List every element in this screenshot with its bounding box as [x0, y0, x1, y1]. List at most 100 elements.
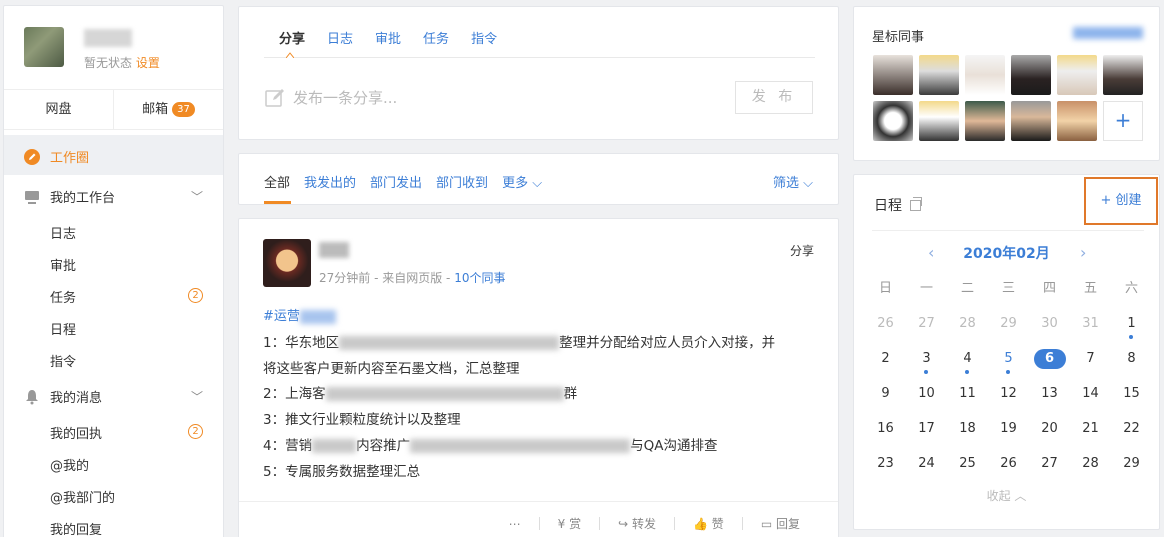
calendar-day[interactable]: 22: [1111, 418, 1152, 453]
screen-button[interactable]: 筛选 ⌵: [773, 172, 813, 191]
calendar-day[interactable]: 1: [1111, 313, 1152, 348]
tab-task[interactable]: 任务: [423, 28, 449, 47]
calendar-day[interactable]: 9: [865, 383, 906, 418]
filter-sent-by-me[interactable]: 我发出的: [304, 172, 356, 191]
forward-button[interactable]: ↪ 转发: [618, 515, 656, 532]
settings-link[interactable]: 设置: [136, 56, 160, 70]
calendar-day-today[interactable]: 6: [1029, 348, 1070, 383]
chevron-down-icon[interactable]: ﹀: [191, 388, 203, 405]
poster-avatar[interactable]: [263, 239, 311, 287]
calendar-day[interactable]: 14: [1070, 383, 1111, 418]
avatar[interactable]: [24, 27, 64, 67]
nav-sub-schedule[interactable]: 日程: [50, 319, 76, 338]
nav-sub-receipt[interactable]: 我的回执: [50, 423, 102, 442]
poster-name-blurred[interactable]: [319, 242, 349, 258]
reward-button[interactable]: ¥ 赏: [558, 515, 581, 532]
post-recipients-link[interactable]: 10个同事: [454, 271, 505, 285]
more-actions-button[interactable]: ⋯: [509, 517, 521, 531]
colleague-avatar[interactable]: [873, 55, 913, 95]
reply-button[interactable]: ▭ 回复: [761, 515, 800, 532]
nav-work-circle-row[interactable]: 工作圈: [24, 147, 89, 166]
colleague-avatar[interactable]: [1011, 55, 1051, 95]
nav-sub-at-me[interactable]: @我的: [50, 455, 89, 474]
post-type: 分享: [789, 244, 814, 258]
calendar-day[interactable]: 20: [1029, 418, 1070, 453]
pencil-circle-icon: [24, 148, 40, 165]
calendar-day[interactable]: 26: [865, 313, 906, 348]
nav-sub-log[interactable]: 日志: [50, 223, 76, 242]
colleague-avatar[interactable]: [1103, 55, 1143, 95]
calendar-day[interactable]: 12: [988, 383, 1029, 418]
calendar-day[interactable]: 23: [865, 453, 906, 488]
calendar-day[interactable]: 24: [906, 453, 947, 488]
nav-workbench[interactable]: 我的工作台: [24, 187, 205, 206]
filter-more[interactable]: 更多 ⌵: [502, 172, 542, 191]
nav-messages[interactable]: 我的消息: [24, 387, 102, 406]
nav-sub-my-reply[interactable]: 我的回复: [50, 519, 102, 537]
colleague-avatar[interactable]: [965, 55, 1005, 95]
calendar-day[interactable]: 11: [947, 383, 988, 418]
colleague-avatar[interactable]: [873, 101, 913, 141]
copy-icon[interactable]: [910, 196, 922, 211]
calendar-day[interactable]: 28: [947, 313, 988, 348]
nav-sub-task[interactable]: 任务: [50, 287, 76, 306]
calendar-day[interactable]: 19: [988, 418, 1029, 453]
colleague-avatar[interactable]: [919, 55, 959, 95]
tab-log[interactable]: 日志: [327, 28, 353, 47]
status-text: 暂无状态: [84, 56, 133, 70]
calendar-day[interactable]: 7: [1070, 348, 1111, 383]
colleague-avatar[interactable]: [965, 101, 1005, 141]
calendar-day[interactable]: 26: [988, 453, 1029, 488]
calendar-day[interactable]: 15: [1111, 383, 1152, 418]
calendar-day[interactable]: 18: [947, 418, 988, 453]
chevron-right-icon[interactable]: ›: [1080, 243, 1086, 262]
action-separator: [674, 517, 676, 530]
like-button[interactable]: 👍 赞: [693, 515, 724, 532]
share-input[interactable]: 发布一条分享...: [265, 87, 397, 108]
filter-dept-received[interactable]: 部门收到: [436, 172, 488, 191]
add-colleague-button[interactable]: +: [1103, 101, 1143, 141]
post-text: 1：华东地区: [263, 335, 340, 351]
calendar-day[interactable]: 31: [1070, 313, 1111, 348]
calendar-day[interactable]: 10: [906, 383, 947, 418]
calendar-day[interactable]: 16: [865, 418, 906, 453]
calendar-day[interactable]: 29: [1111, 453, 1152, 488]
calendar-day[interactable]: 25: [947, 453, 988, 488]
colleague-avatar[interactable]: [919, 101, 959, 141]
disk-tab[interactable]: 网盘: [4, 90, 114, 129]
calendar-day[interactable]: 8: [1111, 348, 1152, 383]
mail-tab[interactable]: 邮箱 37: [114, 90, 223, 129]
calendar-week: 9 10 11 12 13 14 15: [865, 383, 1153, 418]
calendar-day[interactable]: 29: [988, 313, 1029, 348]
calendar-day[interactable]: 27: [1029, 453, 1070, 488]
create-schedule-button[interactable]: + 创建: [1084, 177, 1158, 225]
calendar-day[interactable]: 4: [947, 348, 988, 383]
nav-sub-command[interactable]: 指令: [50, 351, 76, 370]
month-label: 2020年02月: [963, 246, 1050, 262]
tab-command[interactable]: 指令: [471, 28, 497, 47]
calendar-day[interactable]: 2: [865, 348, 906, 383]
colleague-avatar[interactable]: [1057, 101, 1097, 141]
collapse-button[interactable]: 收起 ︿: [854, 487, 1159, 504]
post-tag[interactable]: #运营: [263, 305, 336, 324]
calendar-day[interactable]: 17: [906, 418, 947, 453]
calendar-day[interactable]: 28: [1070, 453, 1111, 488]
blurred-link[interactable]: [1073, 27, 1143, 39]
filter-dept-sent[interactable]: 部门发出: [370, 172, 422, 191]
colleague-avatar[interactable]: [1011, 101, 1051, 141]
colleague-avatar[interactable]: [1057, 55, 1097, 95]
calendar-day[interactable]: 27: [906, 313, 947, 348]
nav-sub-approval[interactable]: 审批: [50, 255, 76, 274]
chevron-down-icon[interactable]: ﹀: [191, 188, 203, 205]
tab-approval[interactable]: 审批: [375, 28, 401, 47]
calendar-day[interactable]: 21: [1070, 418, 1111, 453]
calendar-week: 23 24 25 26 27 28 29: [865, 453, 1153, 488]
calendar-day[interactable]: 13: [1029, 383, 1070, 418]
calendar-day[interactable]: 3: [906, 348, 947, 383]
filter-all[interactable]: 全部: [264, 172, 290, 191]
calendar-day[interactable]: 5: [988, 348, 1029, 383]
calendar-day[interactable]: 30: [1029, 313, 1070, 348]
publish-button[interactable]: 发 布: [735, 81, 813, 114]
tab-share[interactable]: 分享: [279, 28, 305, 47]
nav-sub-at-dept[interactable]: @我部门的: [50, 487, 115, 506]
